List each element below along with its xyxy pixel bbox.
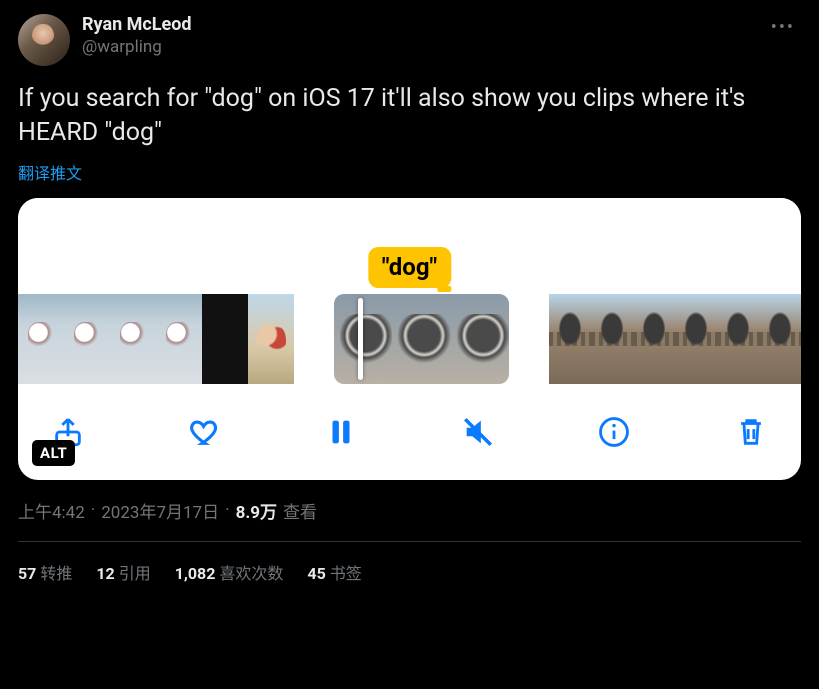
thumbnail (248, 294, 294, 384)
thumbnail (549, 294, 591, 384)
thumbnail (591, 294, 633, 384)
thumbnail (334, 294, 392, 384)
quotes-stat[interactable]: 12 引用 (96, 560, 150, 584)
alt-badge[interactable]: ALT (32, 440, 75, 466)
author-handle: @warpling (82, 37, 192, 58)
thumbnail (392, 294, 450, 384)
pause-icon (324, 415, 358, 449)
thumbnail (18, 294, 64, 384)
tweet-header: Ryan McLeod @warpling ••• (18, 14, 801, 66)
speaker-muted-icon (461, 415, 495, 449)
heart-icon (188, 415, 222, 449)
retweets-stat[interactable]: 57转推 (18, 560, 72, 584)
tweet-meta: 上午4:42 · 2023年7月17日 · 8.9万 查看 (18, 498, 801, 523)
trash-icon (734, 415, 768, 449)
tweet-container: Ryan McLeod @warpling ••• If you search … (0, 0, 819, 584)
thumbnail (759, 294, 801, 384)
bookmarks-count: 45 (307, 564, 325, 583)
thumbnail (451, 294, 509, 384)
stats-line: 57转推 12 引用 1,082喜欢次数 45 书签 (18, 542, 801, 584)
thumbnail (633, 294, 675, 384)
author-name-block[interactable]: Ryan McLeod @warpling (82, 14, 192, 58)
views-label: 查看 (283, 498, 317, 523)
avatar[interactable] (18, 14, 70, 66)
quotes-count: 12 (96, 564, 114, 583)
search-tooltip-text: "dog" (382, 253, 437, 281)
tweet-date[interactable]: 2023年7月17日 (101, 498, 219, 523)
media-card[interactable]: "dog" (18, 198, 801, 480)
media-top-area: "dog" (18, 198, 801, 294)
like-button[interactable] (185, 412, 225, 452)
clip-group-1[interactable] (18, 294, 294, 384)
search-tooltip: "dog" (368, 247, 451, 288)
bookmarks-stat[interactable]: 45 书签 (307, 560, 361, 584)
playhead[interactable] (358, 298, 363, 380)
likes-label: 喜欢次数 (219, 564, 283, 583)
views-count: 8.9万 (236, 498, 277, 523)
author-display-name: Ryan McLeod (82, 14, 192, 37)
likes-stat[interactable]: 1,082喜欢次数 (175, 560, 284, 584)
thumbnail (156, 294, 202, 384)
retweets-label: 转推 (40, 564, 72, 583)
clip-group-2[interactable] (334, 294, 509, 384)
thumbnail (675, 294, 717, 384)
thumbnail (110, 294, 156, 384)
bookmarks-label: 书签 (330, 564, 362, 583)
tweet-text: If you search for "dog" on iOS 17 it'll … (18, 82, 801, 150)
tooltip-tick (437, 286, 451, 292)
pause-button[interactable] (321, 412, 361, 452)
video-timeline[interactable] (18, 294, 801, 390)
likes-count: 1,082 (175, 564, 216, 583)
clip-group-3[interactable] (549, 294, 801, 384)
thumbnail (64, 294, 110, 384)
translate-link[interactable]: 翻译推文 (18, 160, 801, 184)
delete-button[interactable] (731, 412, 771, 452)
retweets-count: 57 (18, 564, 36, 583)
mute-button[interactable] (458, 412, 498, 452)
more-button[interactable]: ••• (765, 14, 801, 41)
tweet-time[interactable]: 上午4:42 (18, 498, 85, 523)
thumbnail (202, 294, 248, 384)
media-toolbar (18, 390, 801, 480)
info-button[interactable] (594, 412, 634, 452)
thumbnail (717, 294, 759, 384)
more-icon: ••• (771, 17, 795, 38)
quotes-label: 引用 (119, 564, 151, 583)
info-icon (597, 415, 631, 449)
